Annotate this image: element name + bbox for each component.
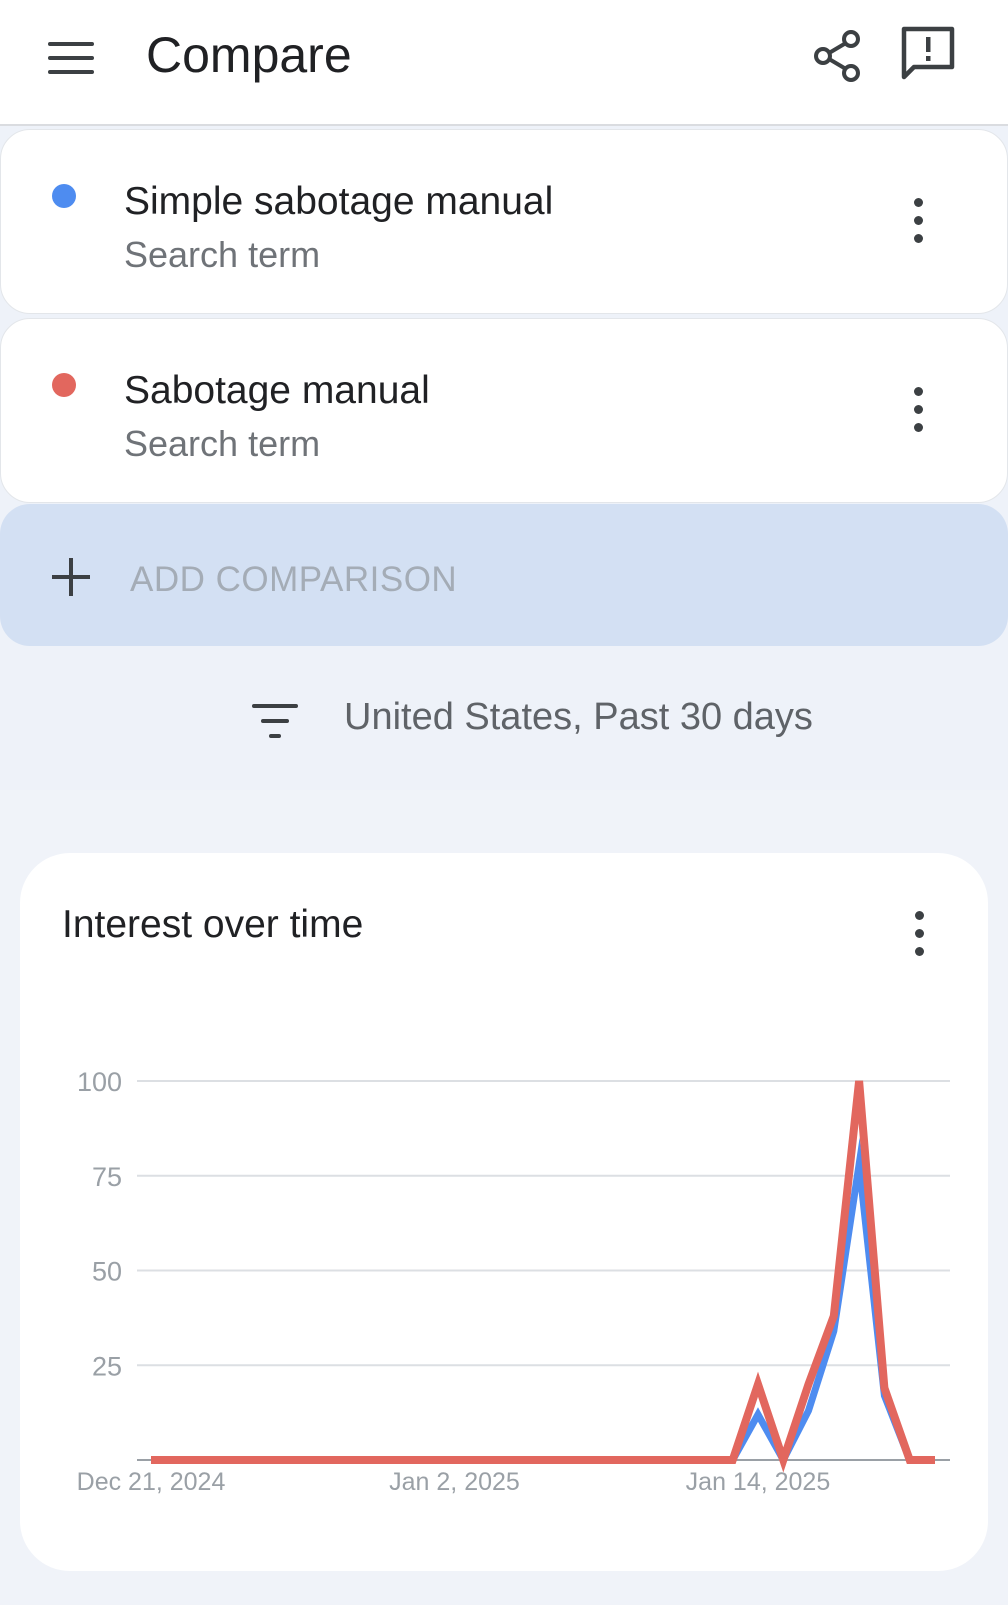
x-tick-label: Dec 21, 2024 (77, 1468, 226, 1496)
search-term-name: Sabotage manual (124, 369, 430, 412)
search-term-type: Search term (124, 423, 321, 464)
x-tick-label: Jan 14, 2025 (686, 1468, 831, 1496)
series-color-dot (52, 184, 76, 208)
y-tick-label: 50 (92, 1257, 122, 1287)
page-title: Compare (146, 27, 352, 83)
search-term-name: Simple sabotage manual (124, 180, 554, 223)
x-tick-label: Jan 2, 2025 (389, 1468, 520, 1496)
more-options-icon[interactable] (898, 379, 938, 439)
search-term-type: Search term (124, 234, 321, 275)
top-app-bar: Compare (0, 0, 1008, 126)
add-comparison-button[interactable]: ADD COMPARISON (0, 504, 1008, 646)
plus-icon (52, 558, 90, 596)
share-icon[interactable] (808, 26, 866, 84)
feedback-icon[interactable] (898, 24, 958, 84)
series-color-dot (52, 373, 76, 397)
y-tick-label: 75 (92, 1162, 122, 1192)
hamburger-menu-icon[interactable] (44, 34, 100, 82)
interest-over-time-card: Interest over time 25 50 75 100 Dec 21, 2024… (20, 853, 988, 1571)
y-tick-label: 100 (77, 1067, 122, 1097)
search-term-card[interactable]: Simple sabotage manual Search term (0, 129, 1008, 314)
more-options-icon[interactable] (898, 190, 938, 250)
series-line (151, 1137, 935, 1468)
add-comparison-label: ADD COMPARISON (130, 560, 458, 599)
filter-summary: United States, Past 30 days (344, 696, 813, 738)
y-tick-label: 25 (92, 1351, 122, 1381)
search-term-card[interactable]: Sabotage manual Search term (0, 318, 1008, 503)
filter-icon (252, 702, 302, 740)
interest-over-time-chart: 25 50 75 100 Dec 21, 2024 Jan 2, 2025 Jan 14, … (77, 1067, 950, 1496)
location-time-filter[interactable]: United States, Past 30 days (0, 650, 1008, 790)
